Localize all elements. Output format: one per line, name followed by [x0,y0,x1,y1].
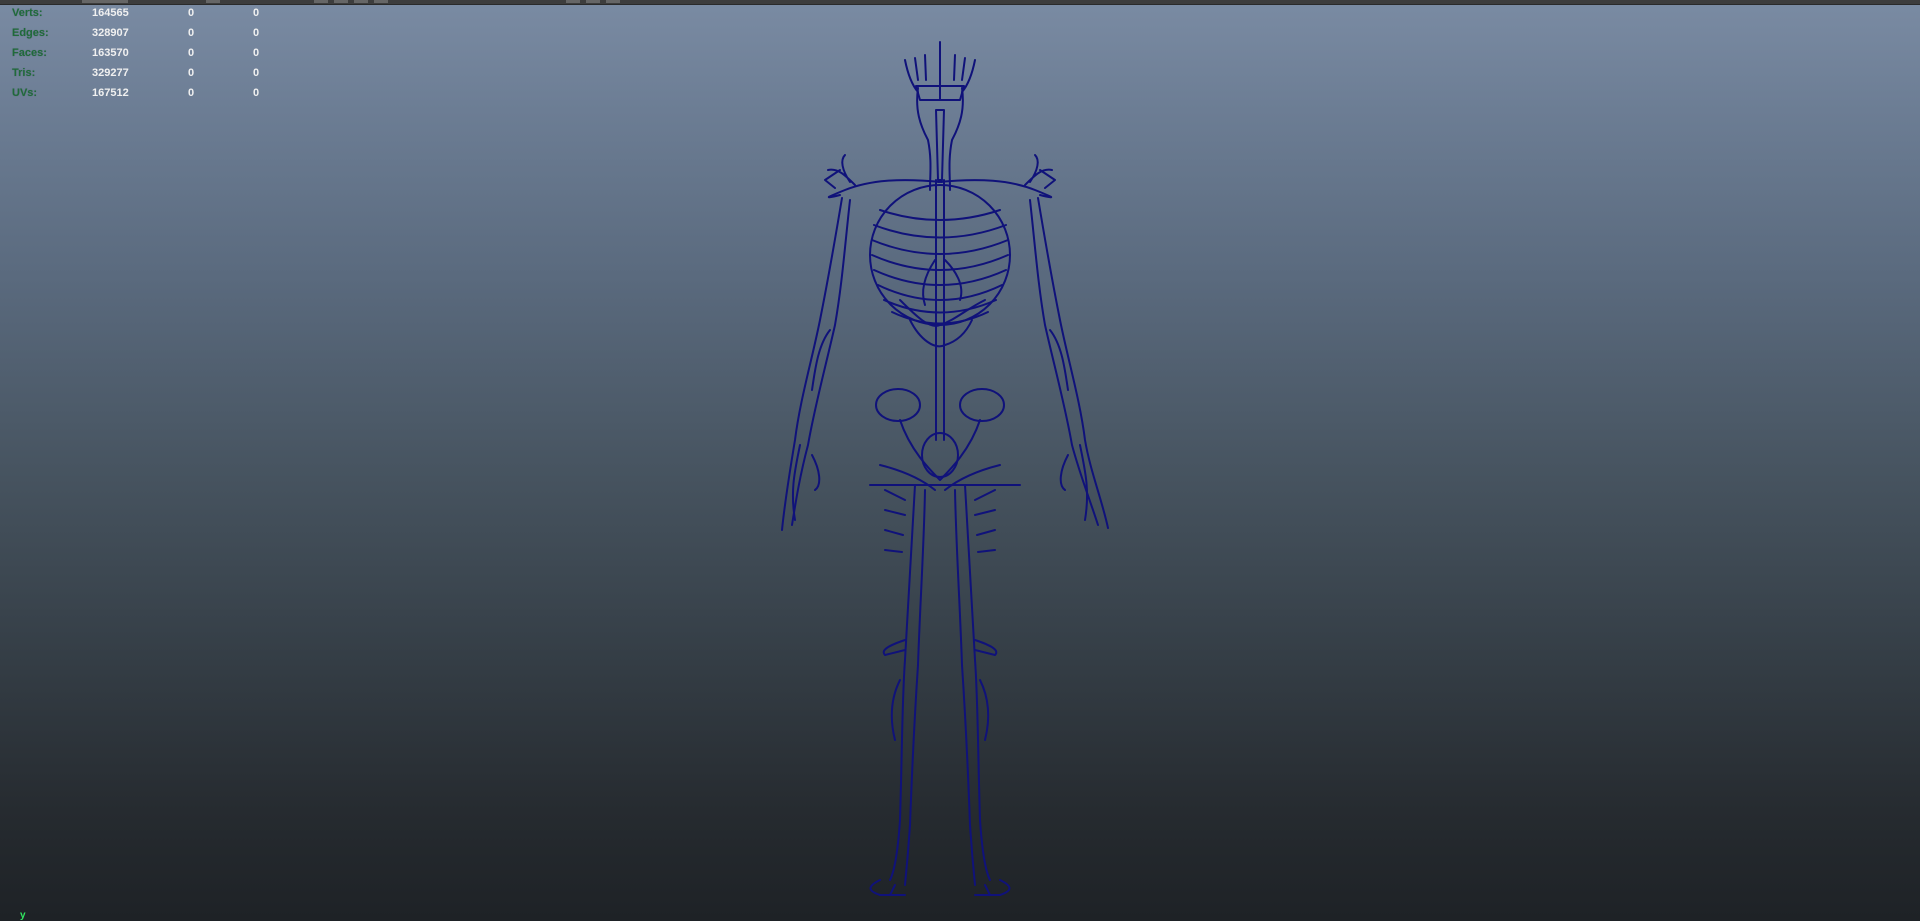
hud-value-third: 0 [253,67,260,79]
hud-row-tris: Tris: 329277 0 0 [12,63,272,83]
hud-value-third: 0 [253,7,260,19]
hud-value-total: 167512 [92,87,129,99]
hud-value-total: 164565 [92,7,129,19]
hud-row-edges: Edges: 328907 0 0 [12,23,272,43]
hud-label: Tris: [12,67,36,79]
hud-row-faces: Faces: 163570 0 0 [12,43,272,63]
poly-count-hud: Verts: 164565 0 0 Edges: 328907 0 0 Face… [12,3,272,103]
hud-value-third: 0 [253,27,260,39]
hud-value-third: 0 [253,87,260,99]
hud-row-uvs: UVs: 167512 0 0 [12,83,272,103]
vascular-system-wireframe[interactable] [0,0,1920,921]
hud-label: Faces: [12,47,47,59]
hud-value-total: 329277 [92,67,129,79]
hud-row-verts: Verts: 164565 0 0 [12,3,272,23]
hud-value-selected: 0 [188,87,195,99]
hud-value-total: 163570 [92,47,129,59]
hud-value-third: 0 [253,47,260,59]
hud-label: UVs: [12,87,38,99]
hud-label: Edges: [12,27,49,39]
hud-value-selected: 0 [188,47,195,59]
wireframe-mesh [781,41,1109,896]
axis-indicator-icon: y [20,910,26,921]
hud-value-selected: 0 [188,7,195,19]
hud-label: Verts: [12,7,43,19]
hud-value-selected: 0 [188,27,195,39]
hud-value-selected: 0 [188,67,195,79]
3d-viewport[interactable]: Verts: 164565 0 0 Edges: 328907 0 0 Face… [0,0,1920,921]
hud-value-total: 328907 [92,27,129,39]
